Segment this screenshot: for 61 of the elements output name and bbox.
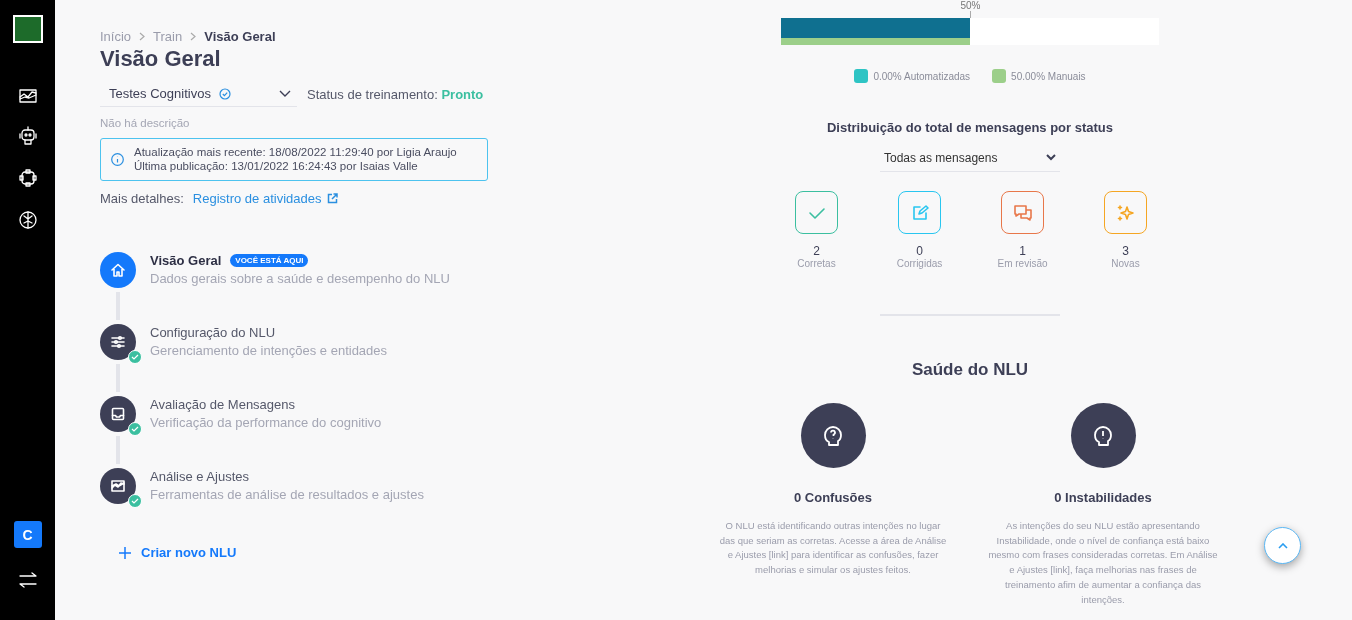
more-details-label: Mais detalhes: — [100, 191, 184, 206]
status-count: 2 — [813, 244, 820, 258]
nlu-select[interactable]: Testes Cognitivos — [100, 81, 297, 107]
chevron-right-icon — [139, 32, 146, 41]
status-count: 1 — [1019, 244, 1026, 258]
chevron-up-icon — [1277, 542, 1288, 549]
legend-label: 50.00% Manuais — [1011, 70, 1086, 82]
health-metric-description: As intenções do seu NLU estão apresentando Instabilidade, onde o nível de confiança está baixo mesmo com frases consideradas corretas. Em Análise e Ajustes [link], faça melhorias nas frases de treinamento afim de aumentar a confiança das intenções. — [988, 519, 1218, 607]
edit-icon — [910, 203, 929, 222]
status-label: Corretas — [797, 258, 836, 269]
plus-icon — [119, 546, 131, 559]
breadcrumb-item: Visão Geral — [204, 29, 276, 44]
chart-icon[interactable] — [18, 88, 37, 104]
description-text: Não há descrição — [100, 117, 191, 129]
brain-icon[interactable] — [17, 210, 38, 230]
inbox-icon — [110, 406, 126, 422]
swap-icon[interactable] — [17, 571, 38, 589]
current-step-badge: VOCÊ ESTÁ AQUI — [230, 254, 309, 267]
chevron-right-icon — [190, 32, 197, 41]
section-title: Distribuição do total de mensagens por status — [826, 120, 1114, 135]
chart-icon — [110, 478, 126, 494]
chevron-down-icon — [279, 90, 291, 97]
section-title: Saúde do NLU — [911, 360, 1029, 380]
head-question-icon — [822, 423, 844, 448]
step-description: Gerenciamento de intenções e entidades — [150, 343, 388, 358]
status-count: 0 — [916, 244, 923, 258]
step-title[interactable]: Visão Geral — [150, 253, 222, 268]
app-logo[interactable] — [12, 15, 43, 43]
step-description: Dados gerais sobre a saúde e desempenho do NLU — [150, 271, 450, 286]
marker-label: 50% — [960, 1, 981, 11]
update-info-text: Última publicação: 13/01/2022 16:24:43 por Isaias Valle — [134, 159, 419, 173]
robot-icon[interactable] — [17, 126, 38, 146]
info-icon — [111, 152, 124, 166]
chat-icon — [1012, 203, 1033, 222]
health-metric-title: 0 Instabilidades — [1054, 490, 1152, 505]
head-exclamation-icon — [1092, 423, 1114, 448]
step-title[interactable]: Avaliação de Mensagens — [150, 397, 296, 412]
page-title: Visão Geral — [100, 46, 222, 72]
status-label: Corrigidas — [896, 258, 943, 269]
legend-label: 0.00% Automatizadas — [873, 70, 971, 82]
update-info-text: Atualização mais recente: 18/08/2022 11:29:40 por Ligia Araujo — [134, 145, 457, 159]
step-title[interactable]: Configuração do NLU — [150, 325, 276, 340]
network-icon[interactable] — [17, 168, 38, 188]
step-description: Verificação da performance do cognitivo — [150, 415, 382, 430]
chevron-down-icon — [1046, 154, 1056, 161]
status-label: Em revisão — [997, 258, 1048, 269]
sparkle-icon — [1115, 202, 1136, 223]
create-nlu-button[interactable]: Criar novo NLU — [119, 545, 237, 560]
step-title[interactable]: Análise e Ajustes — [150, 469, 249, 484]
user-avatar[interactable]: C — [13, 521, 42, 548]
health-metric-description: O NLU está identificando outras intenções no lugar das que seriam as corretas. Acesse a área de Análise e Ajustes [link] para identificar as confusões, fazer melhorias e simular os ajustes feitos. — [718, 519, 948, 578]
external-link-icon — [327, 193, 339, 204]
health-metric-title: 0 Confusões — [794, 490, 872, 505]
message-filter-select[interactable]: Todas as mensagens — [880, 144, 1060, 172]
status-icon-box[interactable] — [1001, 191, 1044, 234]
home-icon — [110, 262, 126, 278]
status-count: 3 — [1122, 244, 1129, 258]
sliders-icon — [110, 334, 126, 350]
step-description: Ferramentas de análise de resultados e ajustes — [150, 487, 424, 502]
training-status: Status de treinamento: Pronto — [307, 86, 484, 102]
status-label: Novas — [1111, 258, 1140, 269]
